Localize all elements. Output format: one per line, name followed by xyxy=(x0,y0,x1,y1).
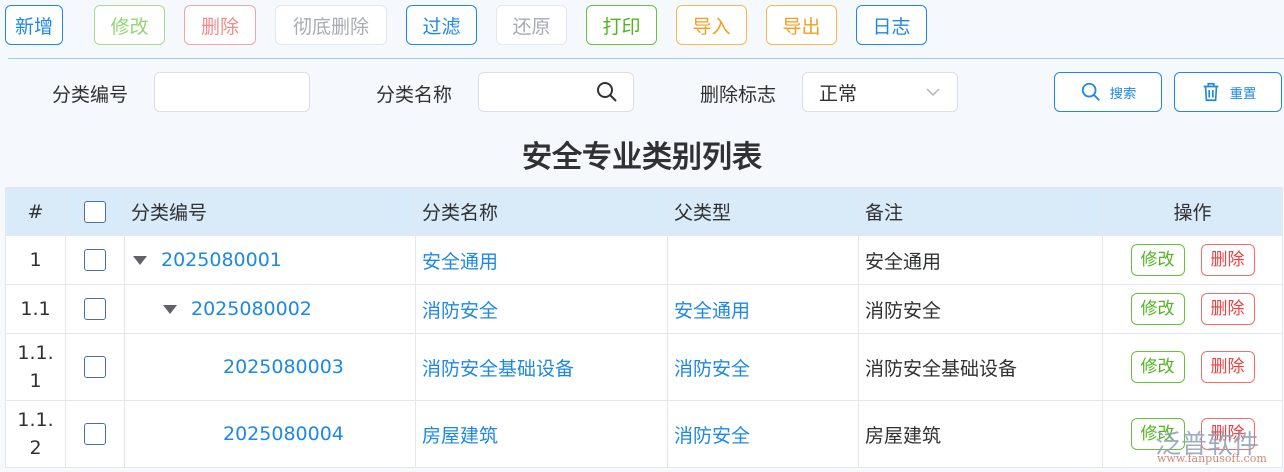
code-input[interactable] xyxy=(154,72,310,112)
select-all-checkbox[interactable] xyxy=(84,200,106,223)
col-code: 分类编号 xyxy=(124,187,416,236)
col-actions: 操作 xyxy=(1102,187,1283,236)
row-code-cell: 2025080001 xyxy=(124,235,416,285)
delete-button[interactable]: 删除 xyxy=(184,5,256,45)
row-select xyxy=(65,333,125,401)
row-checkbox[interactable] xyxy=(84,298,106,321)
row-delete-button[interactable]: 删除 xyxy=(1200,351,1255,383)
import-button[interactable]: 导入 xyxy=(676,5,747,45)
row-name-link[interactable]: 消防安全基础设备 xyxy=(422,358,574,380)
row-note: 消防安全基础设备 xyxy=(858,333,1103,401)
col-note: 备注 xyxy=(858,187,1103,236)
page-title: 安全专业类别列表 xyxy=(522,140,762,175)
row-select xyxy=(65,400,125,468)
table-row[interactable]: 1 2025080001 安全通用 安全通用 修改 删除 xyxy=(5,235,1283,285)
row-actions: 修改 删除 xyxy=(1102,235,1283,285)
row-select xyxy=(65,235,125,285)
name-label: 分类名称 xyxy=(376,84,453,106)
row-delete-button[interactable]: 删除 xyxy=(1200,244,1255,276)
category-table: # 分类编号 分类名称 父类型 备注 操作 1 2025080001 安全通用 … xyxy=(5,187,1283,468)
reset-button[interactable]: 重置 xyxy=(1174,72,1282,112)
table-row[interactable]: 1.1 2025080002 消防安全 安全通用 消防安全 修改 删除 xyxy=(5,284,1283,334)
trash-icon xyxy=(1203,82,1219,102)
caret-down-icon[interactable] xyxy=(163,305,177,314)
row-checkbox[interactable] xyxy=(84,356,106,379)
row-parent-link[interactable]: 消防安全 xyxy=(674,358,750,380)
col-index: # xyxy=(5,187,66,236)
restore-button[interactable]: 还原 xyxy=(496,5,567,45)
row-edit-button[interactable]: 修改 xyxy=(1130,244,1185,276)
flag-label: 删除标志 xyxy=(700,84,777,106)
reset-label: 重置 xyxy=(1229,85,1257,101)
row-select xyxy=(65,284,125,334)
table-row[interactable]: 1.1.2 2025080004 房屋建筑 消防安全 房屋建筑 修改 删除 xyxy=(5,400,1283,468)
flag-value: 正常 xyxy=(819,82,858,105)
edit-button[interactable]: 修改 xyxy=(94,5,165,45)
search-icon[interactable] xyxy=(595,80,619,104)
row-name-link[interactable]: 消防安全 xyxy=(422,300,498,322)
add-button[interactable]: 新增 xyxy=(5,5,63,45)
row-code-cell: 2025080004 xyxy=(124,400,416,468)
table-row[interactable]: 1.1.1 2025080003 消防安全基础设备 消防安全 消防安全基础设备 … xyxy=(5,333,1283,401)
row-parent-link[interactable]: 消防安全 xyxy=(674,425,750,447)
row-index: 1 xyxy=(5,235,66,285)
table-header: # 分类编号 分类名称 父类型 备注 操作 xyxy=(5,187,1283,236)
search-label: 搜索 xyxy=(1109,85,1137,101)
row-edit-button[interactable]: 修改 xyxy=(1130,293,1185,325)
row-checkbox[interactable] xyxy=(84,249,106,272)
row-code-link[interactable]: 2025080003 xyxy=(223,356,344,378)
row-name-link[interactable]: 安全通用 xyxy=(422,251,498,273)
search-icon xyxy=(1081,82,1100,101)
row-code-link[interactable]: 2025080001 xyxy=(161,249,282,271)
row-checkbox[interactable] xyxy=(84,423,106,446)
filter-button[interactable]: 过滤 xyxy=(406,5,477,45)
search-button[interactable]: 搜索 xyxy=(1054,72,1162,112)
row-index: 1.1.2 xyxy=(5,400,66,468)
caret-down-icon[interactable] xyxy=(133,256,147,265)
row-code-cell: 2025080003 xyxy=(124,333,416,401)
row-note: 安全通用 xyxy=(858,235,1103,285)
log-button[interactable]: 日志 xyxy=(856,5,927,45)
watermark-url: www.fanpusoft.com xyxy=(1157,452,1267,465)
code-label: 分类编号 xyxy=(52,84,129,106)
print-button[interactable]: 打印 xyxy=(586,5,657,45)
row-name-link[interactable]: 房屋建筑 xyxy=(422,425,498,447)
row-code-link[interactable]: 2025080004 xyxy=(223,423,344,445)
col-name: 分类名称 xyxy=(415,187,668,236)
export-button[interactable]: 导出 xyxy=(766,5,837,45)
flag-select[interactable]: 正常 xyxy=(802,72,958,112)
row-index: 1.1.1 xyxy=(5,333,66,401)
row-edit-button[interactable]: 修改 xyxy=(1130,351,1185,383)
divider xyxy=(8,58,1284,59)
row-actions: 修改 删除 xyxy=(1102,284,1283,334)
col-select xyxy=(65,187,125,236)
row-index: 1.1 xyxy=(5,284,66,334)
row-note: 消防安全 xyxy=(858,284,1103,334)
purge-button[interactable]: 彻底删除 xyxy=(275,5,387,45)
row-parent-link[interactable]: 安全通用 xyxy=(674,300,750,322)
row-note: 房屋建筑 xyxy=(858,400,1103,468)
col-parent: 父类型 xyxy=(667,187,859,236)
row-code-link[interactable]: 2025080002 xyxy=(191,298,312,320)
row-actions: 修改 删除 xyxy=(1102,333,1283,401)
chevron-down-icon xyxy=(926,88,940,97)
row-delete-button[interactable]: 删除 xyxy=(1200,293,1255,325)
row-code-cell: 2025080002 xyxy=(124,284,416,334)
name-input[interactable] xyxy=(478,72,634,112)
